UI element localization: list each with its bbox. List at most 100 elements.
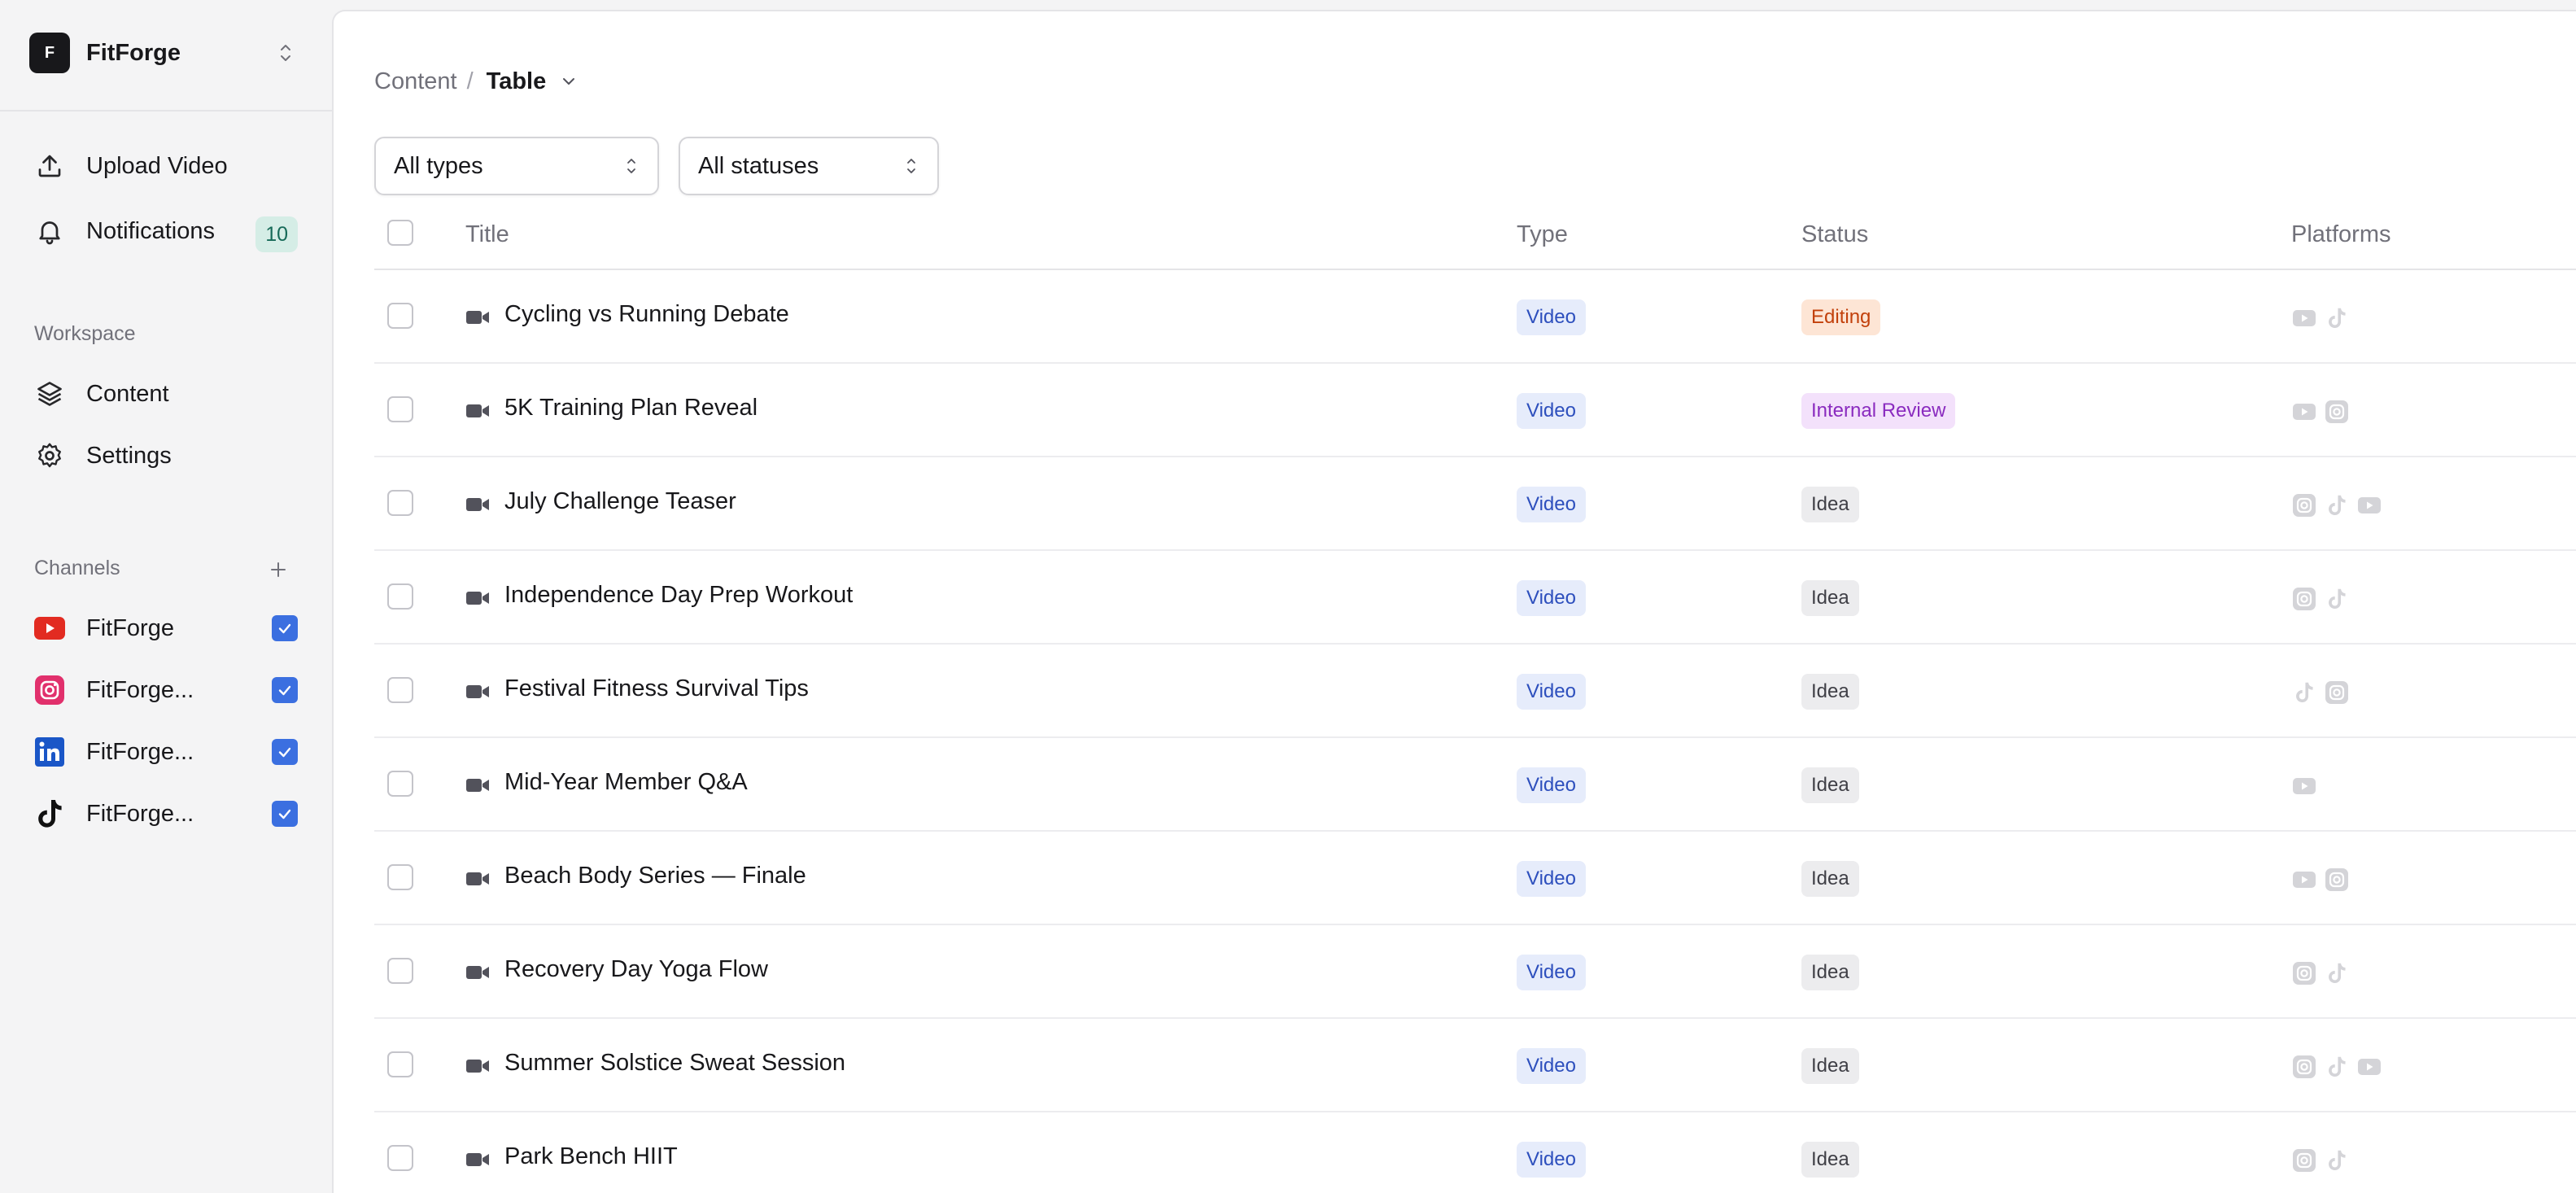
type-badge: Video (1517, 487, 1586, 522)
row-title[interactable]: Mid-Year Member Q&A (504, 769, 748, 796)
row-title[interactable]: Cycling vs Running Debate (504, 301, 789, 328)
table-row[interactable]: Park Bench HIIT Video Idea (374, 1112, 2576, 1193)
instagram-icon (2291, 586, 2317, 612)
row-title[interactable]: Independence Day Prep Workout (504, 582, 853, 609)
row-title[interactable]: 5K Training Plan Reveal (504, 395, 758, 422)
chevron-up-down-icon[interactable] (273, 39, 298, 67)
type-badge: Video (1517, 299, 1586, 335)
nav-notifications-label: Notifications (86, 217, 215, 244)
youtube-icon (2291, 773, 2317, 799)
channel-item-youtube[interactable]: FitForge (29, 605, 298, 651)
type-badge: Video (1517, 580, 1586, 616)
channel-checkbox[interactable] (272, 801, 298, 827)
row-checkbox[interactable] (387, 1145, 413, 1171)
channel-label: FitForge... (86, 738, 194, 765)
row-title[interactable]: Festival Fitness Survival Tips (504, 675, 809, 702)
chevron-up-down-icon (623, 154, 640, 178)
layers-icon (29, 374, 70, 414)
sidebar: F FitForge Upload Video Notifications 10… (0, 0, 332, 1193)
row-title[interactable]: July Challenge Teaser (504, 488, 736, 515)
row-checkbox[interactable] (387, 958, 413, 984)
nav-notifications[interactable]: Notifications 10 (29, 207, 298, 256)
tiktok-icon (2324, 586, 2350, 612)
video-camera-icon (465, 682, 491, 701)
row-title[interactable]: Beach Body Series — Finale (504, 863, 806, 889)
column-header-type[interactable]: Type (1517, 221, 1568, 248)
instagram-icon (29, 670, 70, 710)
row-checkbox[interactable] (387, 583, 413, 610)
type-filter-select[interactable]: All types (374, 137, 659, 195)
instagram-icon (2324, 399, 2350, 425)
table-row[interactable]: Summer Solstice Sweat Session Video Idea (374, 1019, 2576, 1112)
nav-content[interactable]: Content (29, 369, 298, 418)
column-header-status[interactable]: Status (1801, 221, 1868, 248)
sidebar-divider (0, 110, 332, 111)
chevron-down-icon[interactable] (559, 72, 579, 91)
breadcrumb-root[interactable]: Content (374, 68, 457, 95)
row-title[interactable]: Recovery Day Yoga Flow (504, 956, 768, 983)
channel-checkbox[interactable] (272, 677, 298, 703)
table-row[interactable]: Mid-Year Member Q&A Video Idea (374, 738, 2576, 832)
linkedin-icon (29, 732, 70, 772)
row-checkbox[interactable] (387, 677, 413, 703)
table-row[interactable]: Festival Fitness Survival Tips Video Idea (374, 645, 2576, 738)
nav-upload-video[interactable]: Upload Video (29, 142, 298, 190)
tiktok-icon (2291, 680, 2317, 706)
table-header: Title Type Status Platforms (374, 207, 2576, 270)
type-badge: Video (1517, 1142, 1586, 1178)
channel-item-tiktok[interactable]: FitForge... (29, 791, 298, 837)
channel-checkbox[interactable] (272, 615, 298, 641)
select-all-checkbox[interactable] (387, 220, 413, 246)
type-badge: Video (1517, 1048, 1586, 1084)
channel-item-instagram[interactable]: FitForge... (29, 667, 298, 713)
channel-item-linkedin[interactable]: FitForge... (29, 729, 298, 775)
table-row[interactable]: Beach Body Series — Finale Video Idea (374, 832, 2576, 925)
platform-icons (2291, 679, 2350, 706)
row-checkbox[interactable] (387, 1051, 413, 1077)
row-title[interactable]: Summer Solstice Sweat Session (504, 1050, 845, 1077)
brand-logo: F (29, 33, 70, 73)
table-row[interactable]: Independence Day Prep Workout Video Idea (374, 551, 2576, 645)
platform-icons (2291, 772, 2317, 800)
platform-icons (2291, 866, 2350, 894)
video-camera-icon (465, 588, 491, 608)
channel-label: FitForge (86, 614, 174, 641)
workspace-switcher[interactable]: F FitForge (29, 33, 298, 73)
nav-settings[interactable]: Settings (29, 431, 298, 480)
upload-icon (29, 146, 70, 186)
table-row[interactable]: July Challenge Teaser Video Idea (374, 457, 2576, 551)
nav-upload-label: Upload Video (86, 152, 228, 179)
view-switcher[interactable]: Table (487, 68, 547, 95)
table-row[interactable]: 5K Training Plan Reveal Video Internal Rev… (374, 364, 2576, 457)
type-badge: Video (1517, 955, 1586, 990)
channel-label: FitForge... (86, 800, 194, 827)
add-channel-button[interactable] (260, 552, 296, 588)
row-title[interactable]: Park Bench HIIT (504, 1143, 678, 1170)
table-body: Cycling vs Running Debate Video Editing 5K … (374, 270, 2576, 1193)
tiktok-icon (2324, 305, 2350, 331)
row-checkbox[interactable] (387, 771, 413, 797)
status-badge: Idea (1801, 861, 1859, 897)
video-camera-icon (465, 1056, 491, 1076)
table-row[interactable]: Cycling vs Running Debate Video Editing (374, 270, 2576, 364)
status-filter-select[interactable]: All statuses (679, 137, 939, 195)
channel-label: FitForge... (86, 676, 194, 703)
notifications-count-badge: 10 (255, 216, 298, 252)
status-badge: Idea (1801, 674, 1859, 710)
chevron-up-down-icon (903, 154, 919, 178)
row-checkbox[interactable] (387, 303, 413, 329)
row-checkbox[interactable] (387, 396, 413, 422)
column-header-title[interactable]: Title (465, 221, 509, 248)
youtube-icon (2291, 867, 2317, 893)
row-checkbox[interactable] (387, 490, 413, 516)
platform-icons (2291, 959, 2350, 987)
channel-checkbox[interactable] (272, 739, 298, 765)
table-row[interactable]: Recovery Day Yoga Flow Video Idea (374, 925, 2576, 1019)
row-checkbox[interactable] (387, 864, 413, 890)
status-badge: Idea (1801, 955, 1859, 990)
status-badge: Editing (1801, 299, 1881, 335)
content-table: Title Type Status Platforms Cycling vs R… (374, 207, 2576, 1193)
nav-settings-label: Settings (86, 442, 172, 469)
nav-content-label: Content (86, 380, 169, 407)
column-header-platforms[interactable]: Platforms (2291, 221, 2390, 248)
